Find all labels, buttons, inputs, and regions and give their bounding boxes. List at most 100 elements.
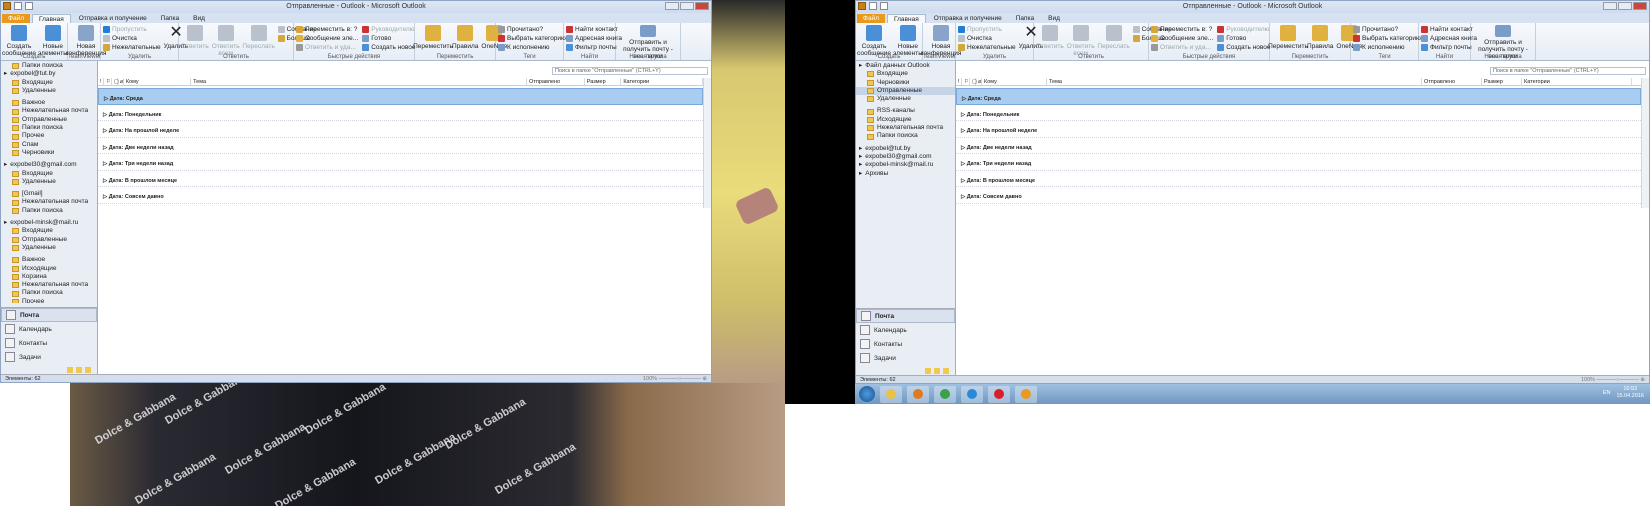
folder-item[interactable]: Нежелательная почта: [1, 281, 97, 289]
tab-0[interactable]: Файл: [2, 14, 30, 23]
close-button[interactable]: [695, 2, 709, 10]
folder-item[interactable]: Папки поиска: [1, 62, 97, 70]
ribbon-small-button[interactable]: Сообщение эле...: [1151, 34, 1213, 42]
module-1[interactable]: Календарь: [856, 323, 955, 337]
ribbon-small-button[interactable]: К исполнению: [1353, 43, 1421, 51]
account-node[interactable]: ▸ expobel-minsk@mail.ru: [1, 219, 97, 227]
column-icon-header[interactable]: ⚐: [962, 78, 970, 85]
folder-item[interactable]: Исходящие: [856, 116, 955, 124]
ribbon-small-button[interactable]: Очистка: [103, 34, 161, 42]
folder-item[interactable]: Входящие: [1, 170, 97, 178]
tab-1[interactable]: Главная: [886, 14, 926, 23]
ribbon-small-button[interactable]: Очистка: [958, 34, 1016, 42]
account-node[interactable]: ▸ expobel-minsk@mail.ru: [856, 161, 955, 169]
ribbon-small-button[interactable]: Найти контакт: [1421, 25, 1477, 33]
account-node[interactable]: ▸ expobel@tut.by: [856, 145, 955, 153]
ribbon-small-button[interactable]: Адресная книга: [566, 34, 622, 42]
ribbon-small-button[interactable]: Нежелательные: [958, 43, 1016, 51]
search-input[interactable]: Поиск в папке "Отправленные" (CTRL+Y): [1490, 67, 1646, 75]
column-header[interactable]: Кому: [124, 78, 192, 85]
column-header[interactable]: Размер: [1482, 78, 1522, 85]
tab-4[interactable]: Вид: [187, 14, 211, 23]
tab-2[interactable]: Отправка и получение: [928, 14, 1008, 23]
ribbon-small-button[interactable]: Ответить и уда...: [1151, 43, 1213, 51]
scrollbar[interactable]: [703, 78, 711, 208]
folder-item[interactable]: RSS-каналы: [856, 107, 955, 115]
ribbon-small-button[interactable]: Готово: [1217, 34, 1270, 42]
folder-item[interactable]: Прочее: [1, 132, 97, 140]
taskbar-app-internet-explorer[interactable]: [961, 385, 983, 403]
ribbon-small-button[interactable]: Адресная книга: [1421, 34, 1477, 42]
column-header[interactable]: Отправлено: [1422, 78, 1482, 85]
zoom-level[interactable]: 100% ─────○───── ⊕: [1581, 376, 1645, 383]
ribbon-small-button[interactable]: Создать новое: [1217, 43, 1271, 51]
taskbar-app-explorer[interactable]: [880, 385, 902, 403]
maximize-button[interactable]: [1618, 2, 1632, 10]
folder-icon[interactable]: [76, 367, 82, 373]
date-group-row[interactable]: ▷ Дата: На прошлой неделе: [956, 121, 1641, 138]
module-2[interactable]: Контакты: [1, 336, 97, 350]
start-button[interactable]: [859, 386, 875, 402]
ribbon-small-button[interactable]: Руководителю: [1217, 25, 1270, 33]
clock[interactable]: 16:53 15.04.2016: [1616, 386, 1644, 400]
expand-arrow-icon[interactable]: ▸: [859, 145, 862, 153]
date-group-row[interactable]: ▷ Дата: Две недели назад: [98, 138, 703, 154]
ribbon-small-button[interactable]: Создать новое: [362, 43, 416, 51]
ribbon-small-button[interactable]: Найти контакт: [566, 25, 622, 33]
folder-item[interactable]: [Gmail]: [1, 190, 97, 198]
date-group-row[interactable]: ▷ Дата: Три недели назад: [956, 154, 1641, 171]
account-node[interactable]: ▸ expobel@tut.by: [1, 70, 97, 78]
search-input[interactable]: Поиск в папке "Отправленные" (CTRL+Y): [552, 67, 708, 75]
expand-arrow-icon[interactable]: ▸: [4, 70, 7, 78]
column-header[interactable]: Отправлено: [527, 78, 585, 85]
date-group-row[interactable]: ▷ Дата: Среда: [98, 88, 703, 105]
language-indicator[interactable]: EN: [1603, 390, 1611, 396]
expand-arrow-icon[interactable]: ▸: [859, 153, 862, 161]
tab-0[interactable]: Файл: [857, 14, 885, 23]
folder-item[interactable]: Папки поиска: [1, 207, 97, 215]
expand-arrow-icon[interactable]: ▸: [859, 170, 862, 178]
module-0[interactable]: Почта: [1, 308, 97, 322]
module-2[interactable]: Контакты: [856, 337, 955, 351]
ribbon-small-button[interactable]: Выбрать категорию: [1353, 34, 1421, 42]
folder-item[interactable]: Важное: [1, 256, 97, 264]
ribbon-small-button[interactable]: Пропустить: [103, 25, 161, 33]
folder-item[interactable]: Спам: [1, 141, 97, 149]
maximize-button[interactable]: [680, 2, 694, 10]
ribbon-small-button[interactable]: Прочитано?: [498, 25, 566, 33]
folder-item[interactable]: Корзина: [1, 273, 97, 281]
taskbar-app-outlook[interactable]: [1015, 385, 1037, 403]
folder-item[interactable]: Нежелательная почта: [856, 124, 955, 132]
date-group-row[interactable]: ▷ Дата: Понедельник: [98, 105, 703, 121]
account-node[interactable]: ▸ Архивы: [856, 170, 955, 178]
folder-item[interactable]: Входящие: [856, 70, 955, 78]
date-group-row[interactable]: ▷ Дата: Три недели назад: [98, 154, 703, 171]
date-group-row[interactable]: ▷ Дата: Понедельник: [956, 105, 1641, 121]
column-header[interactable]: Тема: [1047, 78, 1422, 85]
tab-1[interactable]: Главная: [31, 14, 71, 23]
ribbon-small-button[interactable]: К исполнению: [498, 43, 566, 51]
date-group-row[interactable]: ▷ Дата: Совсем давно: [956, 187, 1641, 204]
taskbar-app-opera[interactable]: [988, 385, 1010, 403]
taskbar-app-media-player[interactable]: [907, 385, 929, 403]
folder-item[interactable]: Папки поиска: [1, 289, 97, 297]
ribbon-small-button[interactable]: Переместить в: ?: [1151, 25, 1213, 33]
tab-4[interactable]: Вид: [1042, 14, 1066, 23]
shortcuts-icon[interactable]: [943, 368, 949, 374]
ribbon-small-button[interactable]: Выбрать категорию: [498, 34, 566, 42]
folder-item[interactable]: Удаленные: [856, 95, 955, 103]
folder-item[interactable]: Исходящие: [1, 265, 97, 273]
ribbon-small-button[interactable]: Фильтр почты: [1421, 43, 1477, 51]
notes-icon[interactable]: [925, 368, 931, 374]
column-header[interactable]: Размер: [585, 78, 622, 85]
zoom-level[interactable]: 100% ─────○───── ⊕: [643, 375, 707, 382]
taskbar-app-chrome[interactable]: [934, 385, 956, 403]
folder-item[interactable]: Отправленные: [856, 86, 955, 96]
expand-arrow-icon[interactable]: ▸: [4, 219, 7, 227]
notes-icon[interactable]: [67, 367, 73, 373]
account-node[interactable]: ▸ Файл данных Outlook: [856, 62, 955, 70]
shortcuts-icon[interactable]: [85, 367, 91, 373]
minimize-button[interactable]: [1603, 2, 1617, 10]
column-header[interactable]: Тема: [191, 78, 528, 85]
folder-item[interactable]: Папки поиска: [1, 124, 97, 132]
